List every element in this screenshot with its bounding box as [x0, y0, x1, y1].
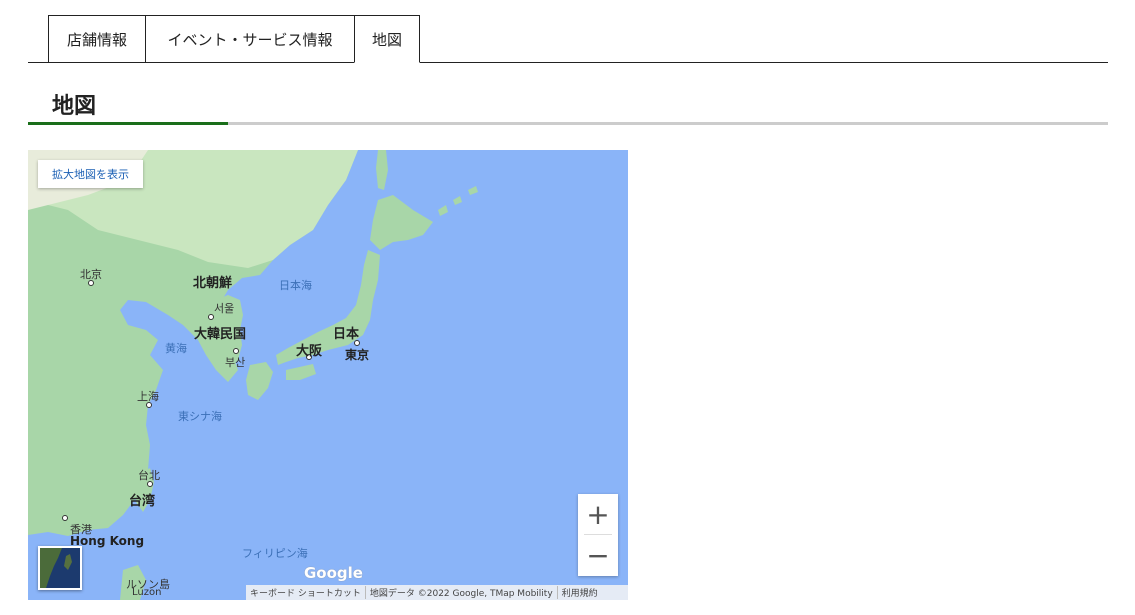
tab-baseline	[28, 62, 1108, 63]
label-south-korea: 大韓民国	[194, 327, 247, 342]
label-taiwan: 台湾	[129, 494, 156, 509]
map-attribution: キーボード ショートカット 地図データ ©2022 Google, TMap M…	[246, 585, 628, 600]
label-yellow-sea: 黄海	[165, 342, 187, 355]
label-beijing: 北京	[80, 268, 102, 281]
label-luzon-en: Luzon	[132, 587, 162, 598]
map-data-credit: 地図データ ©2022 Google, TMap Mobility	[366, 586, 558, 599]
satellite-thumbnail-icon	[40, 548, 80, 588]
label-taipei: 台北	[138, 469, 160, 482]
page-title: 地図	[52, 94, 97, 119]
label-philippine-sea: フィリピン海	[242, 547, 308, 560]
zoom-in-button[interactable]: +	[578, 494, 618, 534]
tab-bar: 店舗情報 イベント・サービス情報 地図	[28, 15, 1108, 63]
terms-link[interactable]: 利用規約	[558, 586, 602, 599]
label-shanghai: 上海	[137, 390, 159, 403]
map-embed[interactable]: 北京 北朝鮮 日本海 서울 大韓民国 黄海 부산 日本 大阪 東京 上海 東シナ…	[28, 150, 628, 600]
label-north-korea: 北朝鮮	[193, 276, 233, 291]
map-terrain	[28, 150, 628, 600]
satellite-toggle[interactable]	[38, 546, 82, 590]
label-seoul: 서울	[214, 302, 235, 315]
title-underline-accent	[28, 122, 228, 125]
keyboard-shortcuts-link[interactable]: キーボード ショートカット	[246, 586, 366, 599]
label-sea-of-japan: 日本海	[279, 279, 312, 292]
label-busan: 부산	[225, 356, 246, 369]
tab-map[interactable]: 地図	[354, 15, 420, 63]
label-tokyo: 東京	[345, 348, 370, 362]
hongkong-marker	[62, 515, 68, 521]
tab-events-services[interactable]: イベント・サービス情報	[145, 15, 355, 62]
enlarge-map-button[interactable]: 拡大地図を表示	[38, 160, 143, 188]
label-east-china-sea: 東シナ海	[178, 410, 222, 423]
zoom-controls: + −	[578, 494, 618, 576]
title-underline	[28, 122, 1108, 125]
google-logo: Google	[304, 564, 363, 582]
zoom-out-button[interactable]: −	[578, 535, 618, 575]
label-japan: 日本	[333, 327, 360, 342]
tab-store-info[interactable]: 店舗情報	[48, 15, 146, 62]
label-osaka: 大阪	[296, 344, 323, 359]
